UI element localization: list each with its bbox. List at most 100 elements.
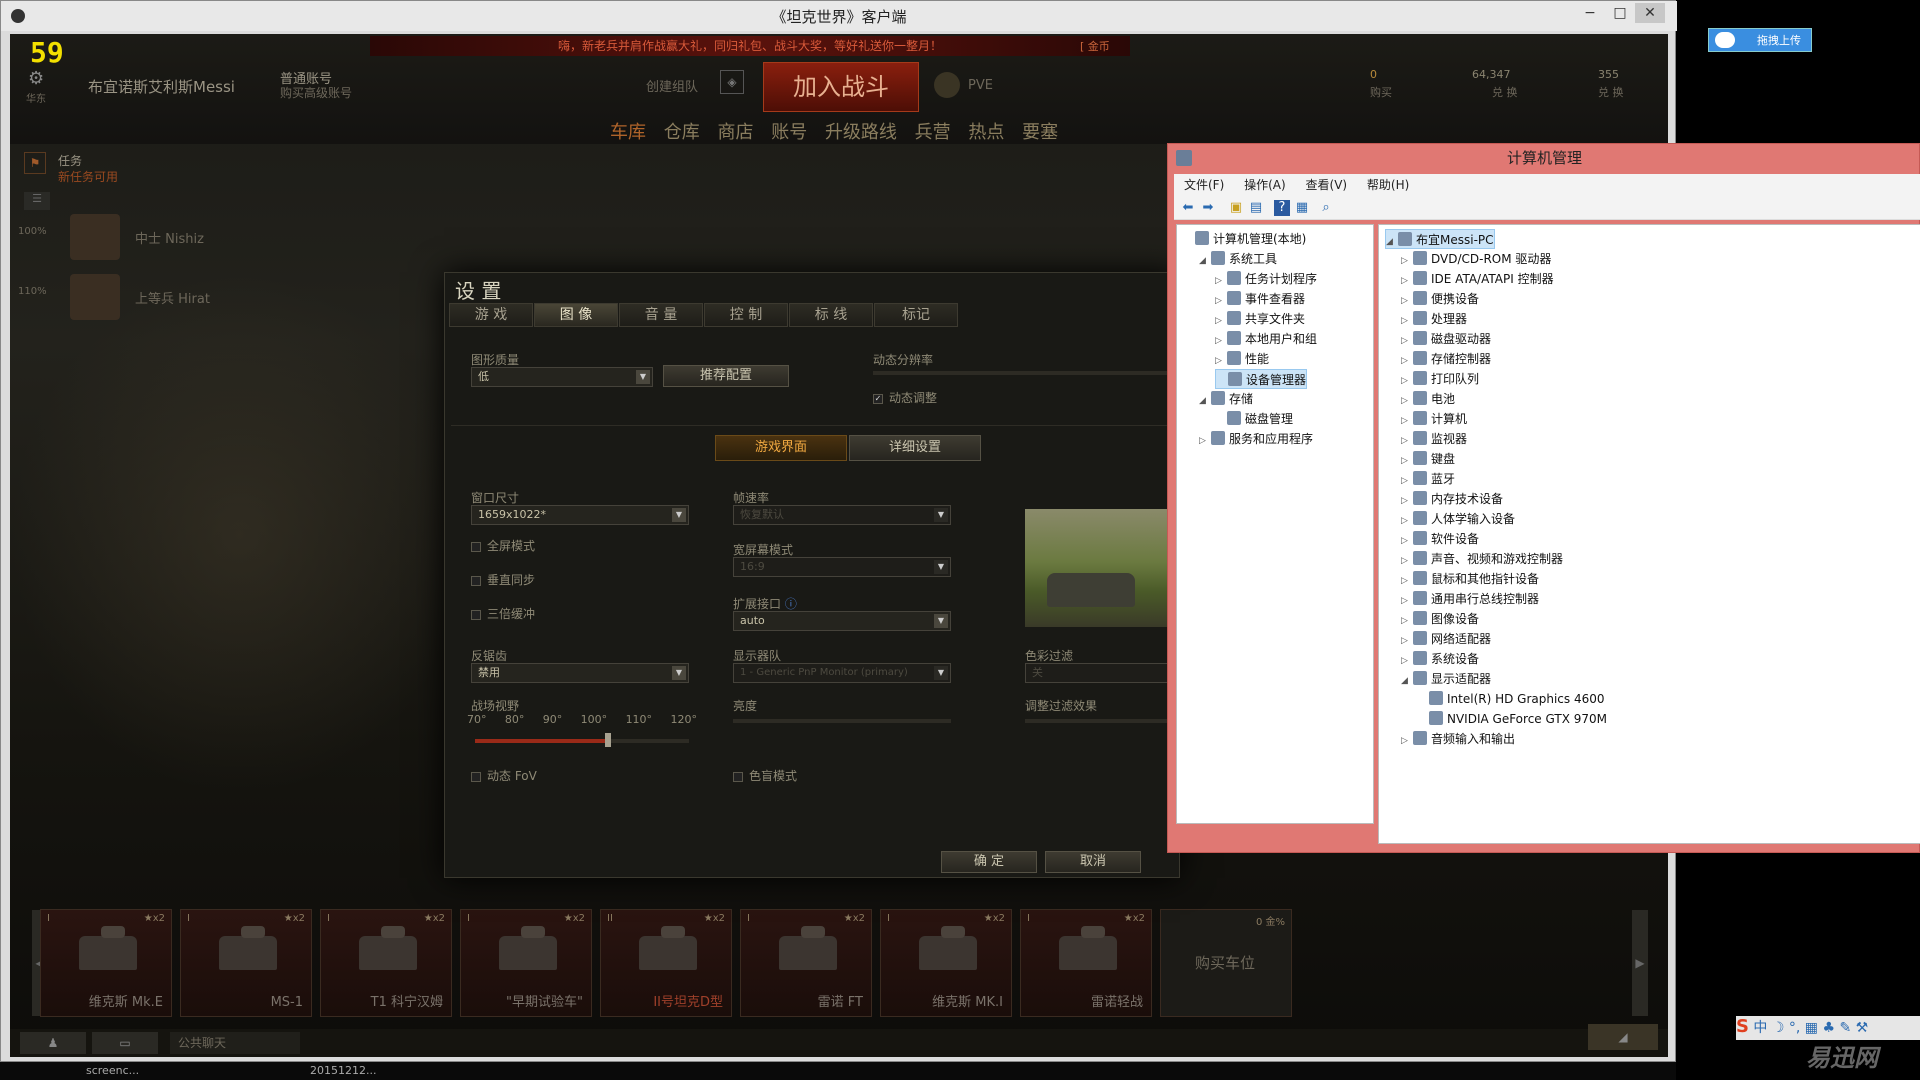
crew-portrait[interactable] [70,214,120,260]
filter-effect-slider[interactable] [1025,719,1179,723]
brightness-slider[interactable] [733,719,951,723]
menu-action[interactable]: 操作(A) [1244,178,1286,192]
mode-icon[interactable] [934,72,960,98]
notice-bar[interactable]: 嗨，新老兵并肩作战赢大礼，同归礼包、战斗大奖，等好礼送你一整月！ [370,36,1130,56]
upload-button[interactable]: 拖拽上传 [1708,28,1812,52]
expand-arrow-icon[interactable]: ◢ [1199,391,1211,411]
crew-portrait[interactable] [70,274,120,320]
tree-node[interactable]: ▷ 蓝牙 [1401,469,1455,489]
tree-node[interactable]: ◢ 显示适配器 [1401,669,1491,689]
expand-arrow-icon[interactable]: ▷ [1401,391,1413,411]
expand-arrow-icon[interactable]: ▷ [1401,451,1413,471]
scan-hardware-icon[interactable]: ⌕ [1318,200,1334,216]
tank-slot[interactable]: II ★x2 II号坦克D型 [600,909,732,1017]
expand-arrow-icon[interactable]: ▷ [1401,551,1413,571]
expand-arrow-icon[interactable]: ▷ [1215,311,1227,331]
tree-node[interactable]: ▷ DVD/CD-ROM 驱动器 [1401,249,1551,269]
tree-node[interactable]: ▷ 磁盘驱动器 [1401,329,1491,349]
tank-slot[interactable]: I ★x2 T1 科宁汉姆 [320,909,452,1017]
cancel-button[interactable]: 取消 [1045,851,1141,873]
tree-node[interactable]: ▷ 人体学输入设备 [1401,509,1515,529]
expand-arrow-icon[interactable]: ▷ [1401,651,1413,671]
tree-node[interactable]: ▷ 打印队列 [1401,369,1479,389]
freexp-exchange[interactable]: 兑 换 [1598,84,1624,100]
expand-arrow-icon[interactable]: ▷ [1215,291,1227,311]
taskbar-item[interactable]: 20151212... [310,1064,376,1077]
expand-arrow-icon[interactable]: ▷ [1401,431,1413,451]
dynamic-adjust-checkbox[interactable]: ✓ 动态调整 [873,389,937,406]
menu-help[interactable]: 帮助(H) [1367,178,1409,192]
tree-node[interactable]: ▷ 声音、视频和游戏控制器 [1401,549,1563,569]
fps-limit-select[interactable]: 恢复默认 ▼ [733,505,951,525]
tree-node[interactable]: NVIDIA GeForce GTX 970M [1417,709,1607,729]
tree-node[interactable]: ◢ 布宜Messi-PC [1385,229,1495,249]
tank-slot[interactable]: I ★x2 维克斯 Mk.E [40,909,172,1017]
close-button[interactable]: ✕ [1635,3,1665,23]
expand-arrow-icon[interactable]: ▷ [1401,351,1413,371]
tree-node[interactable]: Intel(R) HD Graphics 4600 [1417,689,1605,709]
tree-node[interactable]: ▷ 软件设备 [1401,529,1479,549]
nav-barracks[interactable]: 兵营 [915,122,951,143]
fullscreen-checkbox[interactable]: 全屏模式 [471,537,535,554]
nav-shop[interactable]: 商店 [717,122,753,143]
tree-node[interactable]: ▷ 电池 [1401,389,1455,409]
credits-exchange[interactable]: 兑 换 [1492,84,1518,100]
tree-node[interactable]: ▷ 系统设备 [1401,649,1479,669]
carousel-right-arrow[interactable]: ▶ [1632,910,1648,1016]
subtab-detail[interactable]: 详细设置 [849,435,981,461]
nav-account[interactable]: 账号 [771,122,807,143]
mode-select[interactable]: PVE [968,78,993,93]
taskbar-item[interactable]: screenc... [86,1064,139,1077]
colorblind-checkbox[interactable]: 色盲模式 [733,767,797,784]
tree-node[interactable]: ◢ 存储 [1199,389,1253,409]
forward-icon[interactable]: ➡ [1200,200,1216,216]
tree-node[interactable]: ▷ 共享文件夹 [1215,309,1305,329]
tank-slot[interactable]: I ★x2 维克斯 MK.I [880,909,1012,1017]
properties-icon[interactable]: ▦ [1294,200,1310,216]
gear-icon[interactable]: ⚙ [28,68,48,89]
gold-buy[interactable]: 购买 [1370,84,1392,100]
tank-slot[interactable]: I ★x2 雷诺 FT [740,909,872,1017]
expand-arrow-icon[interactable]: ▷ [1401,271,1413,291]
menu-file[interactable]: 文件(F) [1184,178,1224,192]
tree-node[interactable]: ◢ 系统工具 [1199,249,1277,269]
fov-slider[interactable] [475,733,689,747]
user-icon[interactable]: ♟ [20,1032,86,1054]
battle-button[interactable]: 加入战斗 [763,62,919,112]
expand-arrow-icon[interactable]: ▷ [1401,371,1413,391]
subtab-game-ui[interactable]: 游戏界面 [715,435,847,461]
tab-markers[interactable]: 标记 [874,303,958,327]
graphics-quality-select[interactable]: 低 ▼ [471,367,653,387]
aa-select[interactable]: 禁用 ▼ [471,663,689,683]
show-tree-icon[interactable]: ▤ [1248,200,1264,216]
nav-depot[interactable]: 仓库 [664,122,700,143]
expand-arrow-icon[interactable]: ▷ [1401,331,1413,351]
tree-node[interactable]: ▷ 事件查看器 [1215,289,1305,309]
expand-arrow-icon[interactable]: ◢ [1199,251,1211,271]
expand-arrow-icon[interactable]: ▷ [1401,511,1413,531]
expand-arrow-icon[interactable]: ◢ [1386,232,1398,252]
tank-slot[interactable]: I ★x2 "早期试验车" [460,909,592,1017]
back-icon[interactable]: ⬅ [1180,200,1196,216]
crew-icon[interactable]: ☰ [24,192,50,210]
maximize-button[interactable]: □ [1605,3,1635,23]
recommend-button[interactable]: 推荐配置 [663,365,789,387]
tree-node[interactable]: ▷ 本地用户和组 [1215,329,1317,349]
tree-node[interactable]: 设备管理器 [1215,369,1308,389]
vsync-checkbox[interactable]: 垂直同步 [471,571,535,588]
widescreen-select[interactable]: 16:9 ▼ [733,557,951,577]
tab-controls[interactable]: 控 制 [704,303,788,327]
expand-arrow-icon[interactable]: ▷ [1215,271,1227,291]
tree-node[interactable]: ▷ 网络适配器 [1401,629,1491,649]
minimize-button[interactable]: − [1575,3,1605,23]
triple-buffer-checkbox[interactable]: 三倍缓冲 [471,605,535,622]
monitor-select[interactable]: 1 - Generic PnP Monitor (primary) ▼ [733,663,951,683]
expand-arrow-icon[interactable]: ▷ [1401,591,1413,611]
expand-arrow-icon[interactable]: ▷ [1401,611,1413,631]
expand-arrow-icon[interactable]: ▷ [1401,311,1413,331]
tree-node[interactable]: ▷ 服务和应用程序 [1199,429,1313,449]
expand-arrow-icon[interactable]: ▷ [1401,291,1413,311]
tree-node[interactable]: ▷ 监视器 [1401,429,1467,449]
expand-arrow-icon[interactable]: ▷ [1401,411,1413,431]
tab-graphics[interactable]: 图 像 [534,303,618,327]
